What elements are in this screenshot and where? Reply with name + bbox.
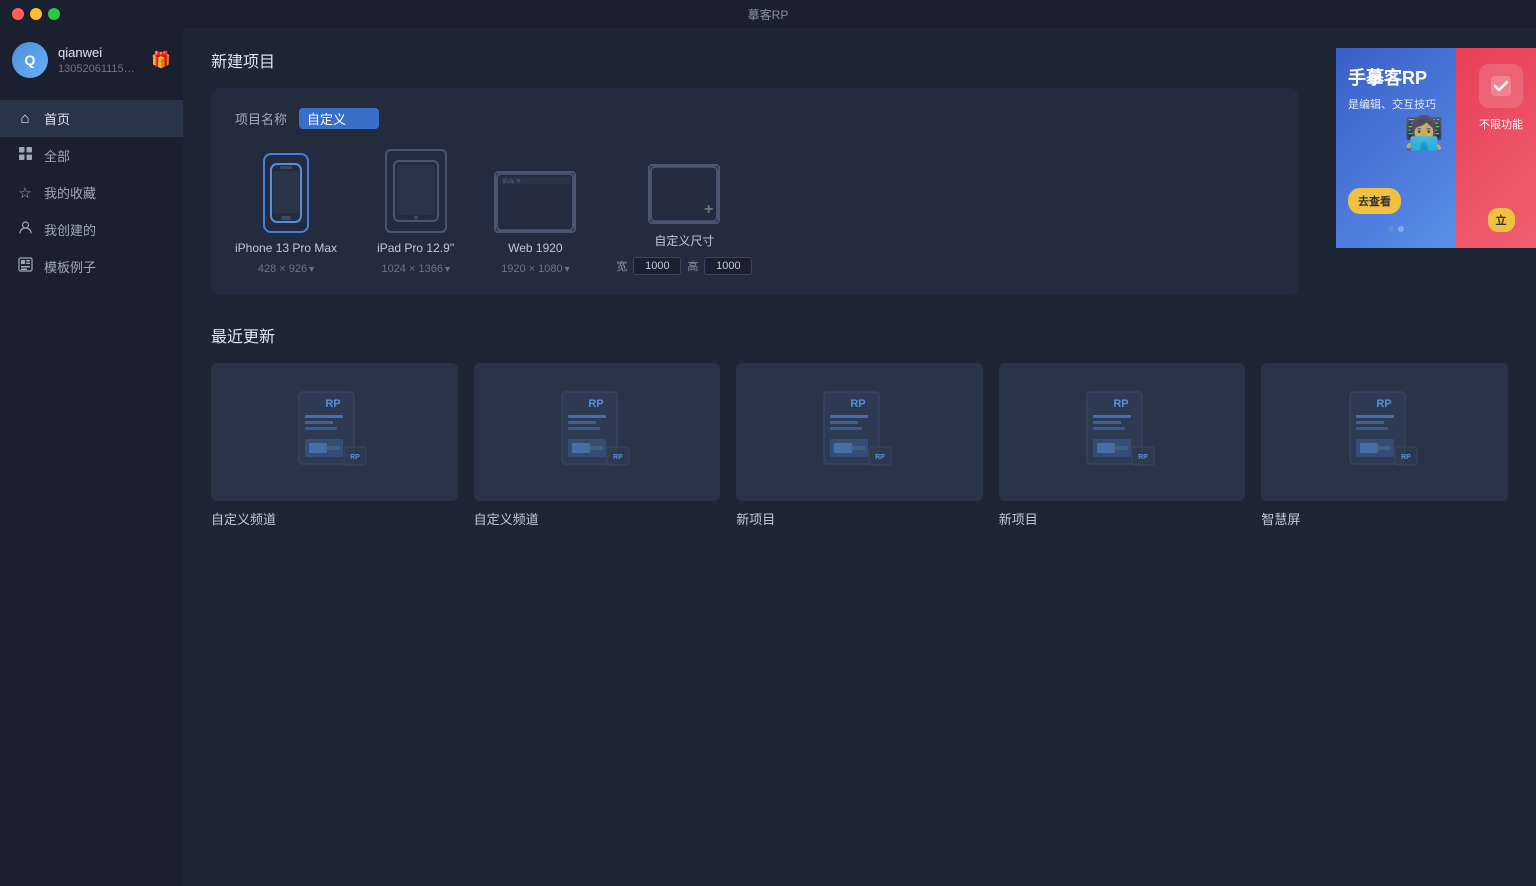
team-label: 13052061115的团队: [58, 60, 141, 76]
user-profile: Q qianwei 13052061115的团队 🎁: [0, 28, 183, 92]
ipad-size: 1024 × 1366 ▾: [381, 263, 450, 275]
ipad-size-dropdown[interactable]: ▾: [445, 264, 450, 275]
home-icon: ⌂: [16, 110, 34, 127]
svg-text:RP: RP: [1401, 454, 1411, 461]
maximize-button[interactable]: [48, 8, 60, 20]
sidebar-item-mine[interactable]: 我创建的: [0, 211, 183, 248]
svg-text:RP: RP: [350, 454, 360, 461]
project-card-4[interactable]: RP RP 新项目: [999, 363, 1246, 528]
banner-ads: 手摹客RP 是编辑、交互技巧 👩‍💻 去查看: [1336, 48, 1536, 248]
project-card-2[interactable]: RP RP 自定义频道: [474, 363, 721, 528]
banner-view-button[interactable]: 去查看: [1348, 188, 1401, 214]
avatar: Q: [12, 42, 48, 78]
svg-text:RP: RP: [1113, 398, 1128, 410]
iphone-size-dropdown[interactable]: ▾: [309, 264, 314, 275]
iphone-size: 428 × 926 ▾: [258, 263, 314, 275]
new-project-panel: 项目名称: [211, 88, 1298, 295]
grid-icon: [16, 146, 34, 165]
sidebar-item-home-label: 首页: [44, 109, 70, 128]
device-row: iPhone 13 Pro Max 428 × 926 ▾: [235, 149, 1274, 275]
svg-text:RP: RP: [613, 454, 623, 461]
sidebar-item-favorites[interactable]: ☆ 我的收藏: [0, 174, 183, 211]
project-name-5: 智慧屏: [1261, 509, 1508, 528]
sidebar: Q qianwei 13052061115的团队 🎁 ⌂ 首页: [0, 28, 183, 886]
web-label: Web 1920: [508, 241, 563, 255]
username: qianwei: [58, 45, 141, 60]
custom-label: 自定义尺寸: [654, 232, 714, 249]
banner-brand: 手摹客RP: [1348, 64, 1444, 90]
project-thumb-3: RP RP: [736, 363, 983, 501]
device-option-ipad[interactable]: iPad Pro 12.9'' 1024 × 1366 ▾: [377, 149, 454, 275]
banner-ad-1[interactable]: 手摹客RP 是编辑、交互技巧 👩‍💻 去查看: [1336, 48, 1456, 248]
project-name-4: 新项目: [999, 509, 1246, 528]
project-card-5[interactable]: RP RP 智慧屏: [1261, 363, 1508, 528]
app-body: Q qianwei 13052061115的团队 🎁 ⌂ 首页: [0, 28, 1536, 886]
sidebar-item-home[interactable]: ⌂ 首页: [0, 100, 183, 137]
svg-text:RP: RP: [851, 398, 866, 410]
sidebar-item-all[interactable]: 全部: [0, 137, 183, 174]
device-option-iphone[interactable]: iPhone 13 Pro Max 428 × 926 ▾: [235, 153, 337, 275]
sidebar-item-favorites-label: 我的收藏: [44, 183, 96, 202]
recent-section: 最近更新 RP: [211, 323, 1508, 528]
svg-text:RP: RP: [876, 454, 886, 461]
project-card-3[interactable]: RP RP 新项目: [736, 363, 983, 528]
sidebar-item-mine-label: 我创建的: [44, 220, 96, 239]
project-name-label: 项目名称: [235, 109, 287, 128]
web-size-dropdown[interactable]: ▾: [565, 264, 570, 275]
user-info: qianwei 13052061115的团队: [58, 45, 141, 76]
gift-icon[interactable]: 🎁: [151, 50, 171, 70]
banner-icon-box: [1479, 64, 1523, 108]
custom-height-label: 高: [687, 258, 698, 274]
svg-text:RP: RP: [1376, 398, 1391, 410]
project-name-row: 项目名称: [235, 108, 1274, 129]
main-content: ↻ 手摹客RP 是编辑、交互技巧 👩‍💻 去查看: [183, 28, 1536, 886]
banner-sub: 是编辑、交互技巧: [1348, 96, 1444, 112]
ipad-frame: [385, 149, 447, 233]
new-project-title: 新建项目: [211, 48, 1508, 72]
sidebar-item-templates[interactable]: 模板例子: [0, 248, 183, 285]
banner-ad-2[interactable]: 不限功能 立: [1456, 48, 1536, 248]
recent-title: 最近更新: [211, 323, 1508, 347]
close-button[interactable]: [12, 8, 24, 20]
custom-frame: +: [648, 164, 720, 224]
device-option-web[interactable]: Web 1920 1920 × 1080 ▾: [494, 171, 576, 275]
custom-size-row: 宽 高: [616, 257, 752, 275]
banner-limit-text: 不限功能: [1479, 116, 1523, 132]
project-name-1: 自定义频道: [211, 509, 458, 528]
window-controls: [12, 8, 60, 20]
project-name-2: 自定义频道: [474, 509, 721, 528]
project-card-1[interactable]: RP RP 自定义频道: [211, 363, 458, 528]
custom-height-input[interactable]: [704, 257, 752, 275]
titlebar: 摹客RP: [0, 0, 1536, 28]
sidebar-item-all-label: 全部: [44, 146, 70, 165]
project-name-3: 新项目: [736, 509, 983, 528]
banner-free-button[interactable]: 立: [1488, 208, 1515, 232]
sidebar-item-templates-label: 模板例子: [44, 257, 96, 276]
iphone-frame: [263, 153, 309, 233]
custom-width-input[interactable]: [633, 257, 681, 275]
iphone-label: iPhone 13 Pro Max: [235, 241, 337, 255]
recent-grid: RP RP 自定义频道: [211, 363, 1508, 528]
custom-width-label: 宽: [616, 258, 627, 274]
star-icon: ☆: [16, 184, 34, 202]
app-title: 摹客RP: [748, 6, 789, 23]
project-thumb-1: RP RP: [211, 363, 458, 501]
project-thumb-5: RP RP: [1261, 363, 1508, 501]
project-thumb-2: RP RP: [474, 363, 721, 501]
user-icon: [16, 220, 34, 239]
svg-text:RP: RP: [588, 398, 603, 410]
new-project-section: 新建项目 项目名称: [211, 48, 1508, 295]
svg-text:RP: RP: [326, 398, 341, 410]
web-frame: [494, 171, 576, 233]
minimize-button[interactable]: [30, 8, 42, 20]
template-icon: [16, 257, 34, 276]
ipad-label: iPad Pro 12.9'': [377, 241, 454, 255]
web-size: 1920 × 1080 ▾: [501, 263, 570, 275]
sidebar-nav: ⌂ 首页 全部 ☆ 我的收藏: [0, 92, 183, 886]
svg-text:RP: RP: [1138, 454, 1148, 461]
project-name-input[interactable]: [299, 108, 379, 129]
device-option-custom[interactable]: + 自定义尺寸 宽 高: [616, 164, 752, 275]
project-thumb-4: RP RP: [999, 363, 1246, 501]
